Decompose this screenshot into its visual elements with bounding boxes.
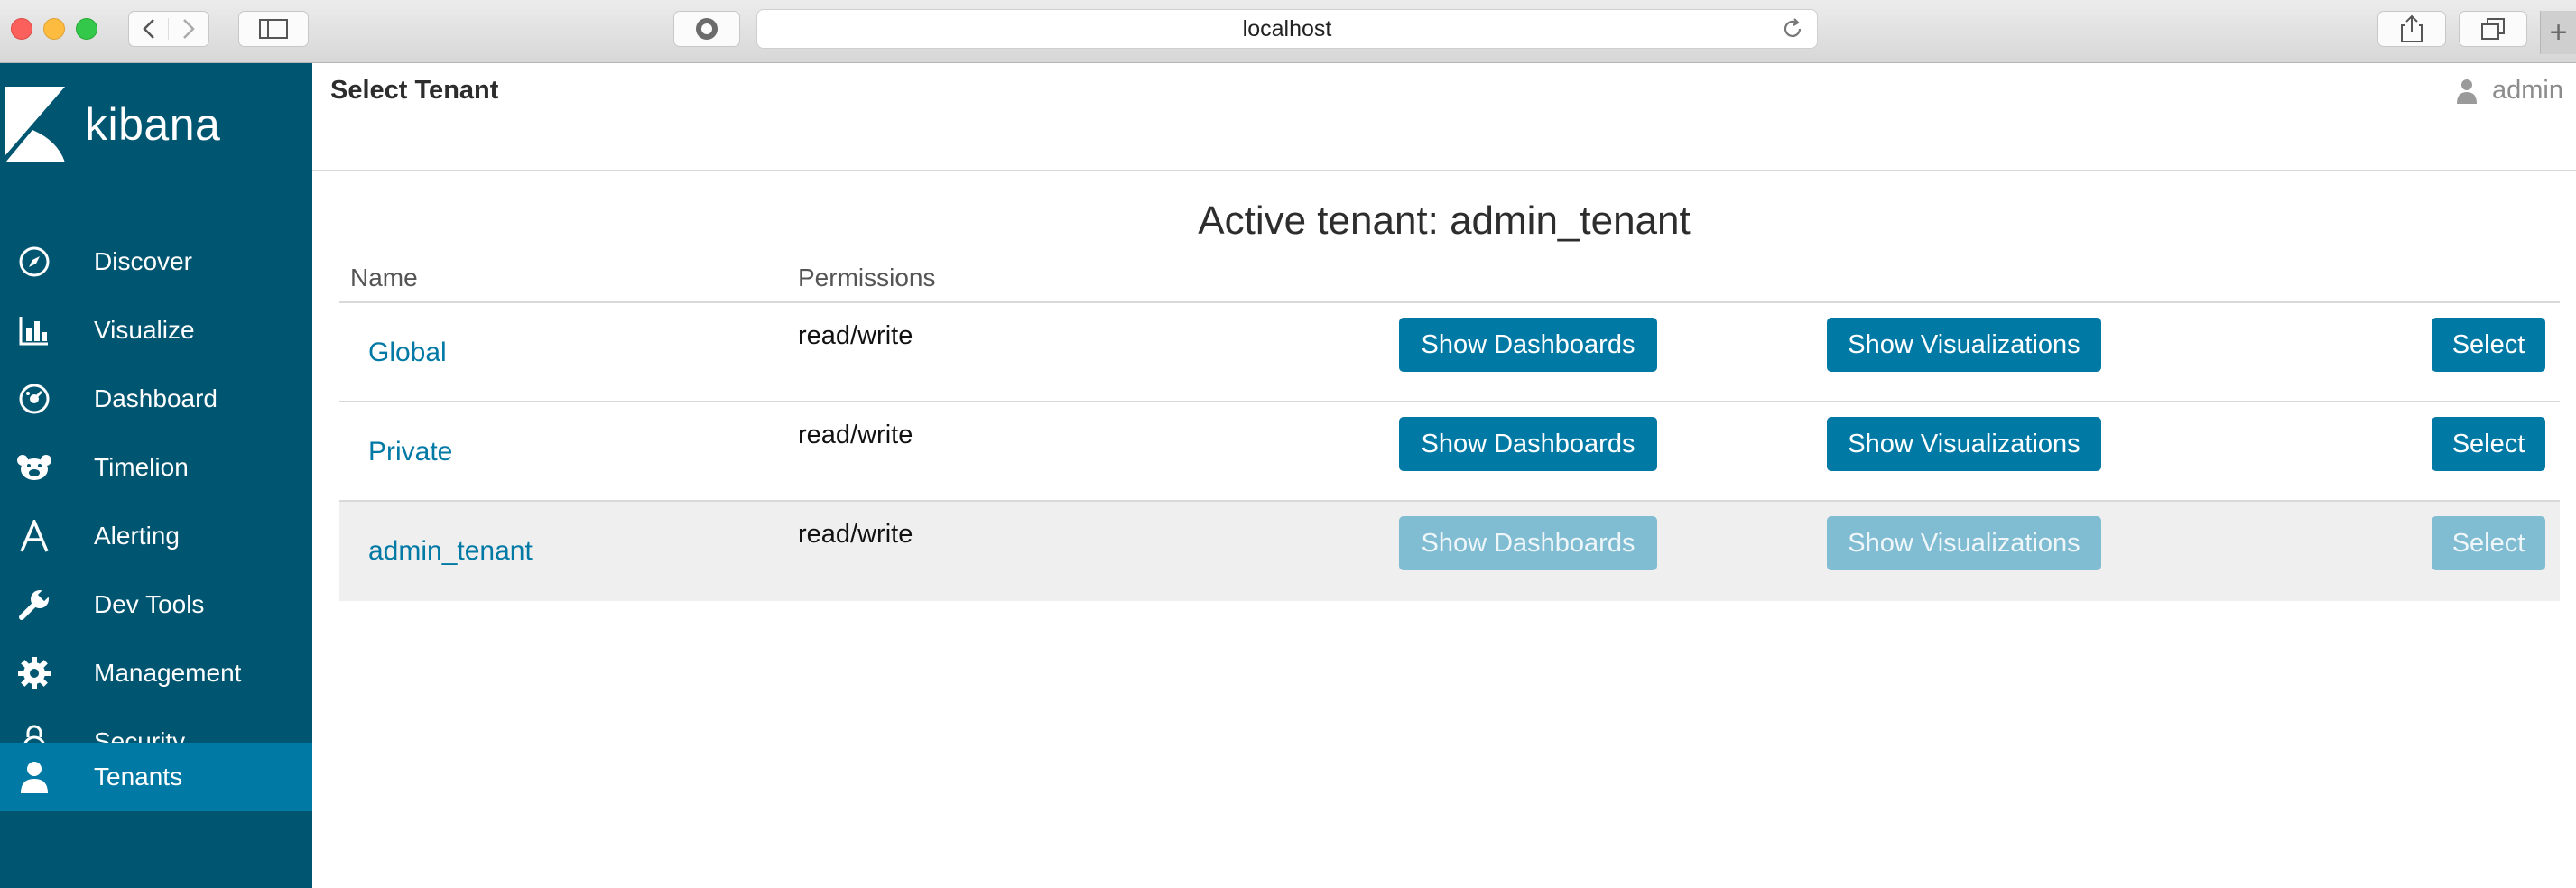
- alerting-a-icon: [16, 518, 52, 554]
- sidebar-item-visualize[interactable]: Visualize: [0, 296, 312, 365]
- kibana-logo[interactable]: kibana: [5, 87, 220, 162]
- sidebar-item-label: Alerting: [94, 522, 180, 550]
- logo-text: kibana: [85, 99, 221, 150]
- show-visualizations-button[interactable]: Show Visualizations: [1827, 516, 2101, 570]
- sidebar-item-dev-tools[interactable]: Dev Tools: [0, 570, 312, 639]
- tenant-name-link[interactable]: admin_tenant: [368, 536, 533, 567]
- main-content: Select Tenant admin Active tenant: admin…: [312, 63, 2576, 888]
- sidebar-item-management[interactable]: Management: [0, 639, 312, 708]
- wrench-icon: [16, 587, 52, 623]
- kibana-logo-icon: [5, 87, 65, 162]
- tenant-permissions: read/write: [798, 421, 913, 449]
- sidebar-item-label: Dev Tools: [94, 590, 205, 618]
- show-visualizations-button[interactable]: Show Visualizations: [1827, 417, 2101, 471]
- user-icon: [2457, 79, 2477, 104]
- table-header: Name Permissions: [339, 253, 2560, 303]
- show-dashboards-button[interactable]: Show Dashboards: [1399, 417, 1657, 471]
- sidebar-toggle-button[interactable]: [238, 11, 309, 47]
- forward-icon[interactable]: [169, 18, 208, 40]
- top-bar: Select Tenant admin: [312, 63, 2576, 171]
- sidebar-item-label: Discover: [94, 247, 192, 275]
- column-header-name: Name: [350, 264, 418, 291]
- plus-icon: +: [2549, 14, 2568, 50]
- compass-icon: [16, 244, 52, 280]
- sidebar-item-label: Dashboard: [94, 384, 218, 412]
- tabs-overview-button[interactable]: [2459, 11, 2527, 47]
- select-tenant-button[interactable]: Select: [2432, 417, 2545, 471]
- sidebar-item-tenants[interactable]: Tenants: [0, 743, 312, 811]
- record-icon: [696, 18, 718, 40]
- table-row-active: admin_tenant read/write Show Dashboards …: [339, 502, 2560, 601]
- show-dashboards-button[interactable]: Show Dashboards: [1399, 516, 1657, 570]
- close-window-button[interactable]: [11, 18, 32, 40]
- select-tenant-button[interactable]: Select: [2432, 318, 2545, 372]
- bar-chart-icon: [16, 312, 52, 348]
- sidebar-item-label: Tenants: [94, 763, 183, 791]
- zoom-window-button[interactable]: [76, 18, 97, 40]
- sidebar-item-timelion[interactable]: Timelion: [0, 433, 312, 502]
- back-forward-group: [128, 11, 209, 47]
- sidebar-item-alerting[interactable]: Alerting: [0, 502, 312, 570]
- reload-icon[interactable]: [1781, 17, 1804, 47]
- select-tenant-button[interactable]: Select: [2432, 516, 2545, 570]
- user-icon: [16, 759, 52, 795]
- tabs-icon: [2481, 18, 2505, 40]
- active-tenant-heading: Active tenant: admin_tenant: [1198, 199, 1691, 243]
- column-header-permissions: Permissions: [798, 264, 936, 291]
- address-bar[interactable]: localhost: [756, 9, 1818, 49]
- browser-toolbar: localhost +: [0, 0, 2576, 63]
- timelion-bear-icon: [16, 449, 52, 486]
- tenant-name-link[interactable]: Global: [368, 338, 447, 368]
- url-text: localhost: [1242, 15, 1332, 42]
- sidebar-item-label: Management: [94, 659, 242, 687]
- back-icon[interactable]: [129, 18, 169, 40]
- tenant-permissions: read/write: [798, 520, 913, 549]
- sidebar-item-label: Timelion: [94, 453, 189, 481]
- user-menu[interactable]: admin: [2456, 76, 2563, 106]
- table-row: Private read/write Show Dashboards Show …: [339, 402, 2560, 502]
- show-visualizations-button[interactable]: Show Visualizations: [1827, 318, 2101, 372]
- sidebar-item-label: Visualize: [94, 316, 195, 344]
- gear-icon: [16, 655, 52, 691]
- tenant-table: Name Permissions Global read/write Show …: [339, 253, 2560, 601]
- page-title: Select Tenant: [330, 76, 499, 105]
- table-row: Global read/write Show Dashboards Show V…: [339, 303, 2560, 402]
- sidebar-icon: [259, 19, 288, 39]
- sidebar-item-dashboard[interactable]: Dashboard: [0, 365, 312, 433]
- share-button[interactable]: [2377, 11, 2446, 47]
- reader-button[interactable]: [673, 11, 740, 47]
- sidebar-item-discover[interactable]: Discover: [0, 227, 312, 296]
- username: admin: [2492, 76, 2563, 105]
- sidebar: kibana Discover Visualize Dashboard Time…: [0, 63, 312, 888]
- tenant-permissions: read/write: [798, 321, 913, 350]
- minimize-window-button[interactable]: [43, 18, 65, 40]
- share-icon: [2401, 14, 2423, 42]
- tenant-name-link[interactable]: Private: [368, 437, 452, 467]
- dashboard-gauge-icon: [16, 381, 52, 417]
- new-tab-button[interactable]: +: [2540, 11, 2576, 54]
- show-dashboards-button[interactable]: Show Dashboards: [1399, 318, 1657, 372]
